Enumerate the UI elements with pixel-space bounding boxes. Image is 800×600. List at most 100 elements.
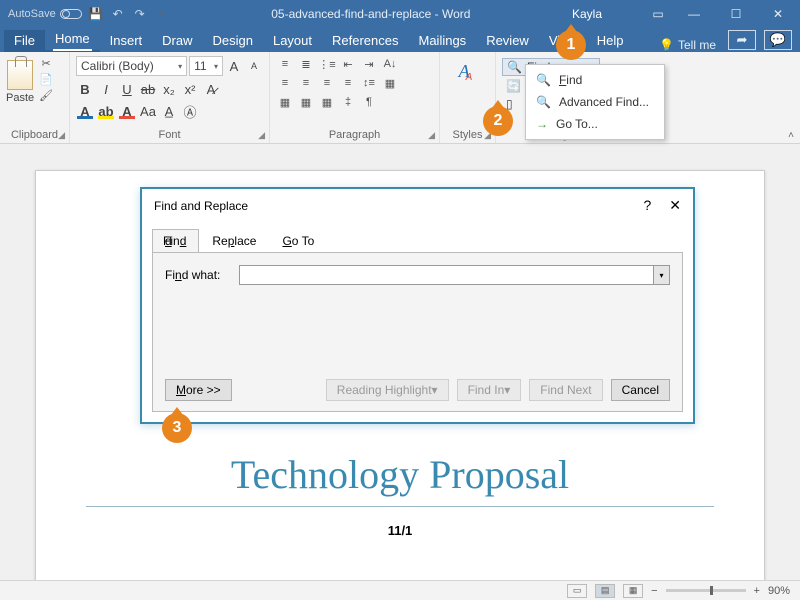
tab-home[interactable]: Home [45, 28, 100, 52]
char-border-icon[interactable]: A̲ [160, 102, 178, 120]
subscript-button[interactable]: x₂ [160, 80, 178, 98]
align-left-icon[interactable]: ≡ [276, 75, 294, 91]
title-bar: AutoSave 💾 ↶ ↷ ▾ 05-advanced-find-and-re… [0, 0, 800, 28]
tab-design[interactable]: Design [203, 30, 263, 52]
zoom-out-button[interactable]: − [651, 585, 657, 597]
share-button[interactable]: ➦ [728, 30, 756, 50]
redo-icon[interactable]: ↷ [132, 6, 148, 22]
font-color-button[interactable]: A [118, 102, 136, 120]
shrink-font-icon[interactable]: A [245, 57, 263, 75]
shading-icon[interactable]: ▦ [381, 75, 399, 91]
bullets-icon[interactable]: ≡ [276, 56, 294, 72]
bold-button[interactable]: B [76, 80, 94, 98]
callout-3: 3 [162, 413, 192, 443]
char-shading-icon[interactable]: Ⓐ [181, 102, 199, 120]
close-button[interactable]: ✕ [758, 0, 798, 28]
menu-advanced-find[interactable]: 🔍Advanced Find... [526, 91, 664, 113]
dec-indent-icon[interactable]: ⇤ [339, 56, 357, 72]
clear-format-icon[interactable]: A̷ [202, 80, 220, 98]
comments-button[interactable]: 💬 [764, 30, 792, 50]
dialog-tab-replace[interactable]: Replace [199, 229, 269, 253]
callout-2: 2 [483, 106, 513, 136]
tab-references[interactable]: References [322, 30, 408, 52]
help-button[interactable]: ? [643, 197, 651, 214]
inc-indent-icon[interactable]: ⇥ [360, 56, 378, 72]
align-center-icon[interactable]: ≡ [297, 75, 315, 91]
launcher-icon[interactable]: ◢ [428, 130, 435, 141]
show-marks-icon[interactable]: ¶ [360, 94, 378, 110]
justify-icon[interactable]: ≡ [339, 75, 357, 91]
document-title: 05-advanced-find-and-replace - Word [170, 7, 572, 21]
zoom-in-button[interactable]: + [754, 585, 760, 597]
save-icon[interactable]: 💾 [88, 6, 104, 22]
italic-button[interactable]: I [97, 80, 115, 98]
borders2-icon[interactable]: ▦ [297, 94, 315, 110]
magnifier-icon: 🔍 [536, 95, 551, 109]
line-spacing-icon[interactable]: ↕≡ [360, 75, 378, 91]
format-painter-icon[interactable]: 🖌 [38, 88, 54, 102]
zoom-slider[interactable] [666, 589, 746, 592]
multilevel-icon[interactable]: ⋮≡ [318, 56, 336, 72]
find-what-input[interactable]: ▾ [239, 265, 670, 285]
read-mode-icon[interactable]: ▭ [567, 584, 587, 598]
clipboard-icon [7, 60, 33, 90]
tab-insert[interactable]: Insert [100, 30, 153, 52]
text-effects-button[interactable]: A [76, 102, 94, 120]
borders-icon[interactable]: ▦ [276, 94, 294, 110]
user-name[interactable]: Kayla [572, 7, 602, 21]
qat-more-icon[interactable]: ▾ [154, 6, 170, 22]
align-right-icon[interactable]: ≡ [318, 75, 336, 91]
reading-highlight-button[interactable]: Reading Highlight ▾ [326, 379, 449, 401]
ribbon-options-icon[interactable]: ▭ [644, 7, 672, 21]
paste-label: Paste [6, 92, 34, 104]
underline-button[interactable]: U [118, 80, 136, 98]
styles-button[interactable]: AA [454, 56, 482, 86]
find-next-button[interactable]: Find Next [529, 379, 602, 401]
sort-icon[interactable]: A↓ [381, 56, 399, 72]
cut-icon[interactable]: ✂ [38, 56, 54, 70]
print-layout-icon[interactable]: ▤ [595, 584, 615, 598]
borders3-icon[interactable]: ▦ [318, 94, 336, 110]
autosave-toggle[interactable]: AutoSave [8, 8, 82, 20]
find-in-button[interactable]: Find In ▾ [457, 379, 522, 401]
numbering-icon[interactable]: ≣ [297, 56, 315, 72]
dialog-tab-goto[interactable]: Go To [269, 229, 327, 253]
callout-1: 1 [556, 30, 586, 60]
minimize-button[interactable]: — [674, 0, 714, 28]
tab-mailings[interactable]: Mailings [409, 30, 477, 52]
tab-draw[interactable]: Draw [152, 30, 202, 52]
font-size-select[interactable]: 11▾ [189, 56, 223, 76]
zoom-level[interactable]: 90% [768, 585, 790, 597]
change-case-button[interactable]: Aa [139, 102, 157, 120]
ribbon: Paste ✂ 📄 🖌 Clipboard◢ Calibri (Body)▾ 1… [0, 52, 800, 144]
line-spacing2-icon[interactable]: ‡ [339, 94, 357, 110]
more-button[interactable]: More >> [165, 379, 232, 401]
tab-help[interactable]: Help [587, 30, 634, 52]
tab-review[interactable]: Review [476, 30, 539, 52]
highlight-button[interactable]: ab [97, 102, 115, 120]
maximize-button[interactable]: ☐ [716, 0, 756, 28]
menu-goto[interactable]: →Go To... [526, 113, 664, 135]
superscript-button[interactable]: x² [181, 80, 199, 98]
strike-button[interactable]: ab [139, 80, 157, 98]
close-dialog-button[interactable]: ✕ [669, 197, 681, 214]
launcher-icon[interactable]: ◢ [58, 130, 65, 141]
styles-group-label: Styles◢ [446, 127, 489, 141]
cancel-button[interactable]: Cancel [611, 379, 670, 401]
chevron-down-icon[interactable]: ▾ [653, 266, 669, 284]
web-layout-icon[interactable]: ▦ [623, 584, 643, 598]
menu-find[interactable]: 🔍Find [526, 69, 664, 91]
font-name-select[interactable]: Calibri (Body)▾ [76, 56, 187, 76]
styles-icon: AA [454, 56, 482, 86]
paste-button[interactable]: Paste [6, 56, 34, 104]
tab-file[interactable]: File [4, 30, 45, 52]
copy-icon[interactable]: 📄 [38, 72, 54, 86]
collapse-ribbon-icon[interactable]: ˄ [788, 130, 794, 141]
dialog-tab-find[interactable]: d Find [152, 229, 199, 253]
document-date: 11/1 [36, 523, 764, 538]
launcher-icon[interactable]: ◢ [258, 130, 265, 141]
tell-me[interactable]: 💡 Tell me [651, 38, 724, 52]
grow-font-icon[interactable]: A [225, 57, 243, 75]
undo-icon[interactable]: ↶ [110, 6, 126, 22]
tab-layout[interactable]: Layout [263, 30, 322, 52]
